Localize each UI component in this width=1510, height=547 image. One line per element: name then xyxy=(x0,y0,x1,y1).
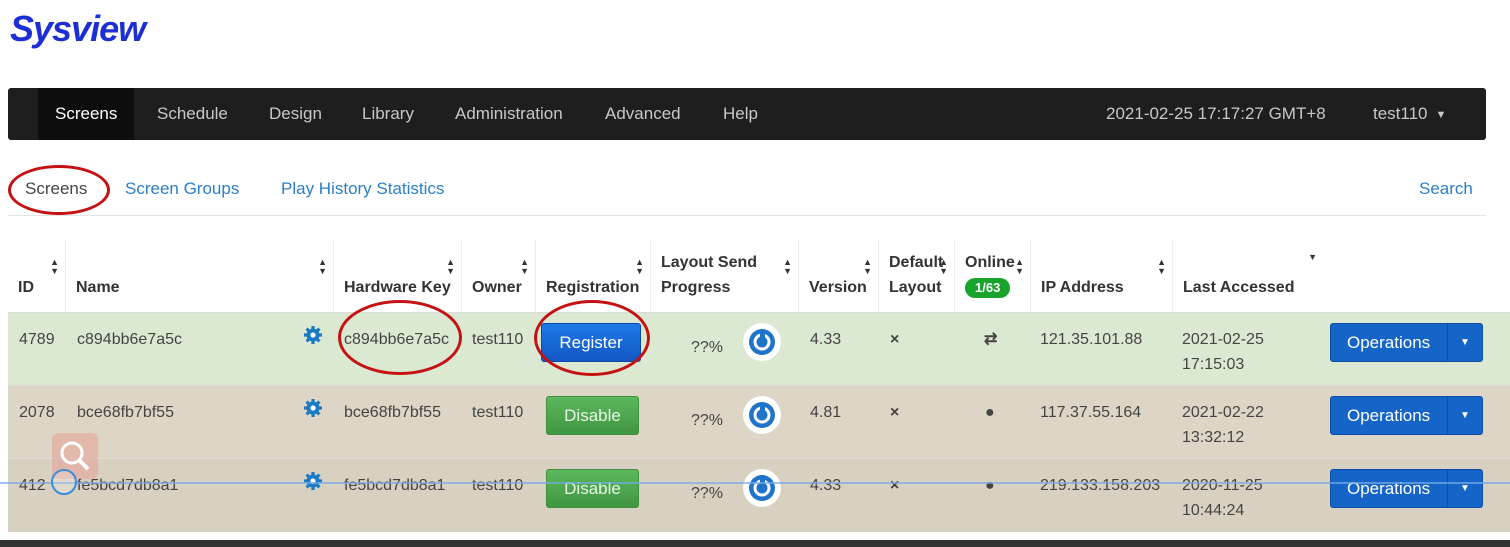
sort-icon: ▲ ▼ xyxy=(939,257,948,276)
gear-icon[interactable] xyxy=(303,325,323,345)
table-row: 412 fe5bcd7db8a1 fe5bcd7db8a1 test110 Di… xyxy=(8,458,1510,532)
operations-button[interactable]: Operations ▼ xyxy=(1330,396,1483,435)
col-header-layout-send-progress[interactable]: Layout Send Progress ▲ ▼ xyxy=(651,240,799,312)
nav-schedule[interactable]: Schedule xyxy=(140,88,245,140)
cell-ip: 121.35.101.88 xyxy=(1040,331,1143,348)
gear-icon[interactable] xyxy=(303,471,323,491)
sort-icon: ▲ ▼ xyxy=(635,257,644,276)
tab-screen-groups[interactable]: Screen Groups xyxy=(125,179,239,199)
col-header-default-layout[interactable]: Default Layout ▲ ▼ xyxy=(879,240,955,312)
disable-button[interactable]: Disable xyxy=(546,469,639,508)
sort-icon: ▲ ▼ xyxy=(863,257,872,276)
cell-progress: ??% xyxy=(691,412,724,429)
nav-advanced[interactable]: Advanced xyxy=(588,88,698,140)
cell-ip: 219.133.158.203 xyxy=(1040,477,1161,494)
col-header-id[interactable]: ID ▲ ▼ xyxy=(8,240,66,312)
chevron-down-icon: ▼ xyxy=(1460,483,1470,494)
operations-button[interactable]: Operations ▼ xyxy=(1330,323,1483,362)
cell-owner: test110 xyxy=(472,404,524,421)
chevron-down-icon: ▼ xyxy=(1460,337,1470,348)
chevron-down-icon: ▼ xyxy=(1435,108,1447,121)
cell-hardware-key: bce68fb7bf55 xyxy=(344,404,441,421)
sort-icon: ▲ ▼ xyxy=(446,257,455,276)
screens-table: ID ▲ ▼ Name ▲ ▼ Hardware Key ▲ ▼ Owner ▲ ▼ Regis… xyxy=(8,240,1510,547)
operations-button[interactable]: Operations ▼ xyxy=(1330,469,1483,508)
server-datetime: 2021-02-25 17:17:27 GMT+8 xyxy=(1106,104,1326,123)
col-header-registration[interactable]: Registration ▲ ▼ xyxy=(536,240,651,312)
online-sync-icon: ⇄ xyxy=(984,331,998,348)
screens-subtabs: Screens Screen Groups Play History Stati… xyxy=(8,165,1486,216)
col-header-last-accessed[interactable]: Last Accessed ▼ xyxy=(1173,240,1323,312)
refresh-icon[interactable] xyxy=(743,396,781,434)
sort-desc-icon: ▼ xyxy=(1308,252,1317,262)
nav-screens[interactable]: Screens xyxy=(38,88,135,140)
online-count-badge: 1/63 xyxy=(965,278,1011,298)
cursor-guide-line xyxy=(0,482,1510,484)
default-layout-none-icon: × xyxy=(890,331,900,348)
sort-icon: ▲ ▼ xyxy=(318,257,327,276)
col-header-name[interactable]: Name ▲ ▼ xyxy=(66,240,334,312)
cell-version: 4.33 xyxy=(810,331,842,348)
cell-name[interactable]: bce68fb7bf55 xyxy=(77,400,174,425)
nav-administration[interactable]: Administration xyxy=(438,88,580,140)
col-header-hardware-key[interactable]: Hardware Key ▲ ▼ xyxy=(334,240,462,312)
tab-play-history-statistics[interactable]: Play History Statistics xyxy=(281,179,444,199)
bottom-bar xyxy=(0,540,1510,547)
col-header-version[interactable]: Version ▲ ▼ xyxy=(799,240,879,312)
cell-hardware-key: c894bb6e7a5c xyxy=(344,331,449,348)
sort-icon: ▲ ▼ xyxy=(50,257,59,276)
register-button[interactable]: Register xyxy=(541,323,641,362)
nav-help[interactable]: Help xyxy=(706,88,775,140)
cell-last-accessed: 2021-02-25 17:15:03 xyxy=(1182,331,1264,373)
col-header-owner[interactable]: Owner ▲ ▼ xyxy=(462,240,536,312)
sort-icon: ▲ ▼ xyxy=(520,257,529,276)
user-name: test110 xyxy=(1373,104,1428,123)
gear-icon[interactable] xyxy=(303,398,323,418)
col-header-ip-address[interactable]: IP Address ▲ ▼ xyxy=(1031,240,1173,312)
cell-last-accessed: 2020-11-25 10:44:24 xyxy=(1182,477,1263,519)
cell-version: 4.33 xyxy=(810,477,842,494)
cell-last-accessed: 2021-02-22 13:32:12 xyxy=(1182,404,1264,446)
cell-owner: test110 xyxy=(472,331,524,348)
nav-library[interactable]: Library xyxy=(345,88,431,140)
table-row: 2078 bce68fb7bf55 bce68fb7bf55 test110 D… xyxy=(8,385,1510,459)
refresh-icon[interactable] xyxy=(743,323,781,361)
user-menu[interactable]: test110 ▼ xyxy=(1373,88,1446,140)
cell-progress: ??% xyxy=(691,339,724,356)
default-layout-none-icon: × xyxy=(890,404,900,421)
disable-button[interactable]: Disable xyxy=(546,396,639,435)
table-row: 4789 c894bb6e7a5c c894bb6e7a5c test110 R… xyxy=(8,312,1510,386)
cell-version: 4.81 xyxy=(810,404,842,421)
mouse-cursor xyxy=(51,469,77,495)
refresh-icon[interactable] xyxy=(743,469,781,507)
offline-alert-icon: ● xyxy=(985,477,995,494)
cell-ip: 117.37.55.164 xyxy=(1040,404,1142,421)
search-link[interactable]: Search xyxy=(1419,179,1473,199)
cell-hardware-key: fe5bcd7db8a1 xyxy=(344,477,446,494)
cell-id: 4789 xyxy=(19,331,55,348)
cell-owner: test110 xyxy=(472,477,524,494)
main-navbar: Screens Schedule Design Library Administ… xyxy=(8,88,1486,140)
nav-design[interactable]: Design xyxy=(252,88,339,140)
operations-dropdown-toggle[interactable]: ▼ xyxy=(1447,470,1482,507)
cell-name[interactable]: c894bb6e7a5c xyxy=(77,327,182,352)
sort-icon: ▲ ▼ xyxy=(1157,257,1166,276)
cell-id: 412 xyxy=(19,477,46,494)
operations-dropdown-toggle[interactable]: ▼ xyxy=(1447,397,1482,434)
col-header-online[interactable]: Online 1/63 ▲ ▼ xyxy=(955,240,1031,312)
operations-dropdown-toggle[interactable]: ▼ xyxy=(1447,324,1482,361)
cell-id: 2078 xyxy=(19,404,55,421)
offline-alert-icon: ● xyxy=(985,404,995,421)
tab-screens[interactable]: Screens xyxy=(25,179,87,199)
chevron-down-icon: ▼ xyxy=(1460,410,1470,421)
cell-progress: ??% xyxy=(691,485,724,502)
app-logo[interactable]: Sysview xyxy=(10,8,146,50)
default-layout-none-icon: × xyxy=(890,477,900,494)
sort-icon: ▲ ▼ xyxy=(1015,257,1024,276)
sort-icon: ▲ ▼ xyxy=(783,257,792,276)
